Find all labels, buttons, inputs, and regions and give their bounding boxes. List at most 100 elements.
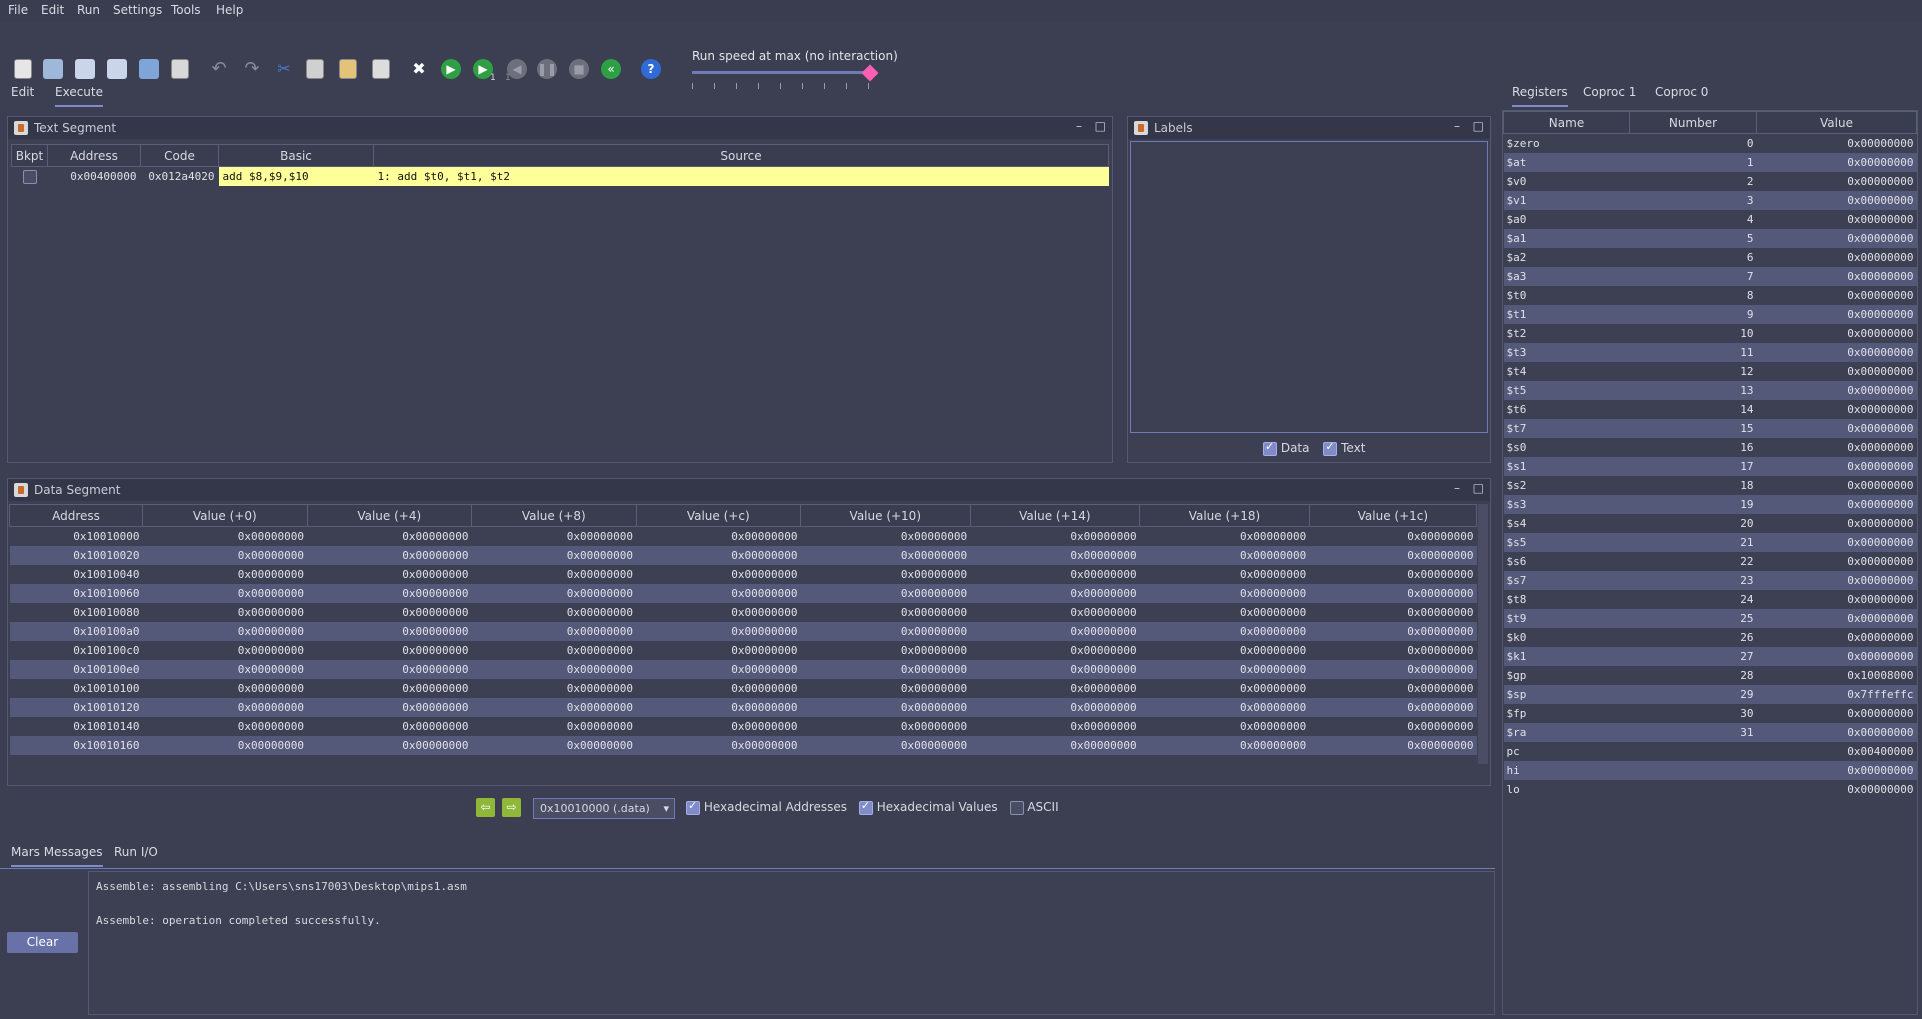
help-icon[interactable]: ? bbox=[641, 59, 661, 79]
find-replace-icon[interactable] bbox=[372, 59, 390, 79]
data-value[interactable]: 0x00000000 bbox=[970, 736, 1140, 755]
register-value[interactable]: 0x00000000 bbox=[1757, 628, 1917, 647]
data-value[interactable]: 0x00000000 bbox=[472, 603, 637, 622]
register-value[interactable]: 0x00000000 bbox=[1757, 552, 1917, 571]
data-value[interactable]: 0x00000000 bbox=[1139, 736, 1310, 755]
data-value[interactable]: 0x00000000 bbox=[970, 641, 1140, 660]
data-value[interactable]: 0x00000000 bbox=[970, 527, 1140, 547]
data-value[interactable]: 0x00000000 bbox=[1309, 527, 1476, 547]
menu-settings[interactable]: Settings bbox=[113, 3, 162, 17]
tab-mars-messages[interactable]: Mars Messages bbox=[11, 845, 103, 867]
data-value[interactable]: 0x00000000 bbox=[970, 698, 1140, 717]
data-value[interactable]: 0x00000000 bbox=[970, 584, 1140, 603]
data-value[interactable]: 0x00000000 bbox=[970, 603, 1140, 622]
table-row[interactable]: $v0 2 0x00000000 bbox=[1504, 172, 1917, 191]
data-value[interactable]: 0x00000000 bbox=[307, 736, 472, 755]
data-value[interactable]: 0x00000000 bbox=[307, 527, 472, 547]
tab-execute[interactable]: Execute bbox=[55, 85, 103, 107]
paste-icon[interactable] bbox=[339, 59, 357, 79]
menu-file[interactable]: File bbox=[8, 3, 28, 17]
maximize-icon[interactable]: □ bbox=[1473, 119, 1484, 133]
table-row[interactable]: 0x100100a0 0x00000000 0x00000000 0x00000000… bbox=[9, 622, 1477, 641]
run-icon[interactable]: ▶ bbox=[441, 59, 461, 79]
table-row[interactable]: $t2 10 0x00000000 bbox=[1504, 324, 1917, 343]
col-source[interactable]: Source bbox=[373, 144, 1109, 167]
labels-text-checkbox[interactable] bbox=[1323, 440, 1338, 456]
table-row[interactable]: $t5 13 0x00000000 bbox=[1503, 381, 1917, 400]
next-arrow-icon[interactable]: ⇨ bbox=[502, 798, 521, 817]
data-value[interactable]: 0x00000000 bbox=[801, 603, 971, 622]
data-value[interactable]: 0x00000000 bbox=[636, 584, 801, 603]
tab-edit[interactable]: Edit bbox=[11, 85, 34, 99]
data-value[interactable]: 0x00000000 bbox=[472, 679, 637, 698]
data-value[interactable]: 0x00000000 bbox=[636, 660, 801, 679]
register-value[interactable]: 0x00000000 bbox=[1757, 514, 1917, 533]
table-row[interactable]: $a3 7 0x00000000 bbox=[1503, 267, 1917, 286]
data-value[interactable]: 0x00000000 bbox=[636, 641, 801, 660]
data-value[interactable]: 0x00000000 bbox=[471, 622, 636, 641]
data-value[interactable]: 0x00000000 bbox=[636, 717, 801, 736]
tab-coproc1[interactable]: Coproc 1 bbox=[1583, 85, 1636, 99]
run-speed-slider-thumb[interactable] bbox=[861, 64, 879, 82]
data-value[interactable]: 0x00000000 bbox=[471, 736, 636, 755]
register-value[interactable]: 0x00000000 bbox=[1756, 495, 1917, 514]
data-value[interactable]: 0x00000000 bbox=[1139, 698, 1310, 717]
data-value[interactable]: 0x00000000 bbox=[801, 717, 971, 736]
data-value[interactable]: 0x00000000 bbox=[636, 698, 801, 717]
data-value[interactable]: 0x00000000 bbox=[307, 660, 472, 679]
data-value[interactable]: 0x00000000 bbox=[1140, 717, 1310, 736]
data-value[interactable]: 0x00000000 bbox=[1309, 736, 1477, 755]
data-value[interactable]: 0x00000000 bbox=[472, 565, 637, 584]
data-value[interactable]: 0x00000000 bbox=[636, 527, 801, 547]
data-value[interactable]: 0x00000000 bbox=[307, 584, 472, 603]
col-bkpt[interactable]: Bkpt bbox=[11, 144, 48, 167]
data-value[interactable]: 0x00000000 bbox=[143, 679, 308, 698]
data-value[interactable]: 0x00000000 bbox=[1309, 584, 1477, 603]
data-value[interactable]: 0x00000000 bbox=[307, 546, 472, 565]
data-value[interactable]: 0x00000000 bbox=[800, 660, 971, 679]
prev-arrow-icon[interactable]: ⇦ bbox=[476, 798, 495, 817]
table-row[interactable]: $s2 18 0x00000000 bbox=[1504, 476, 1917, 495]
col-basic[interactable]: Basic bbox=[218, 144, 374, 167]
data-value[interactable]: 0x00000000 bbox=[142, 584, 307, 603]
register-value[interactable]: 0x00000000 bbox=[1756, 229, 1917, 248]
register-value[interactable]: 0x00000000 bbox=[1757, 172, 1917, 191]
data-value[interactable]: 0x00000000 bbox=[1309, 698, 1477, 717]
register-value[interactable]: 0x00000000 bbox=[1757, 210, 1917, 229]
table-row[interactable]: 0x100100c0 0x00000000 0x00000000 0x00000000… bbox=[10, 641, 1477, 660]
register-value[interactable]: 0x00000000 bbox=[1757, 324, 1917, 343]
table-row[interactable]: $sp 29 0x7fffeffc bbox=[1503, 685, 1917, 704]
open-file-icon[interactable] bbox=[43, 59, 63, 79]
cut-icon[interactable]: ✂ bbox=[274, 59, 294, 79]
maximize-icon[interactable]: □ bbox=[1473, 481, 1484, 495]
register-value[interactable]: 0x00000000 bbox=[1756, 647, 1917, 666]
data-value[interactable]: 0x00000000 bbox=[307, 641, 472, 660]
menu-edit[interactable]: Edit bbox=[41, 3, 64, 17]
col-value[interactable]: Value (+1c) bbox=[1308, 504, 1477, 527]
col-address[interactable]: Address bbox=[47, 144, 141, 167]
data-value[interactable]: 0x00000000 bbox=[307, 622, 472, 641]
col-value[interactable]: Value (+0) bbox=[142, 504, 308, 527]
dump-memory-icon[interactable] bbox=[139, 59, 159, 79]
tab-coproc0[interactable]: Coproc 0 bbox=[1655, 85, 1708, 99]
table-row[interactable]: 0x10010100 0x00000000 0x00000000 0x00000000… bbox=[10, 679, 1477, 698]
register-value[interactable]: 0x00000000 bbox=[1757, 780, 1917, 799]
table-row[interactable]: $k0 26 0x00000000 bbox=[1504, 628, 1917, 647]
data-value[interactable]: 0x00000000 bbox=[143, 717, 308, 736]
tab-run-io[interactable]: Run I/O bbox=[114, 845, 158, 859]
register-value[interactable]: 0x00000000 bbox=[1757, 400, 1917, 419]
register-value[interactable]: 0x00400000 bbox=[1757, 742, 1917, 761]
col-value[interactable]: Value (+c) bbox=[635, 504, 801, 527]
data-value[interactable]: 0x00000000 bbox=[801, 527, 971, 547]
assemble-icon[interactable]: ✖ bbox=[409, 59, 429, 79]
data-value[interactable]: 0x00000000 bbox=[636, 679, 801, 698]
data-value[interactable]: 0x00000000 bbox=[1309, 622, 1477, 641]
table-row[interactable]: $a1 5 0x00000000 bbox=[1503, 229, 1917, 248]
register-value[interactable]: 0x00000000 bbox=[1757, 438, 1917, 457]
data-value[interactable]: 0x00000000 bbox=[801, 679, 971, 698]
data-value[interactable]: 0x00000000 bbox=[1140, 527, 1310, 547]
save-as-icon[interactable] bbox=[107, 59, 127, 79]
tab-registers[interactable]: Registers bbox=[1512, 85, 1568, 107]
data-value[interactable]: 0x00000000 bbox=[472, 717, 637, 736]
register-value[interactable]: 0x7fffeffc bbox=[1756, 685, 1917, 704]
